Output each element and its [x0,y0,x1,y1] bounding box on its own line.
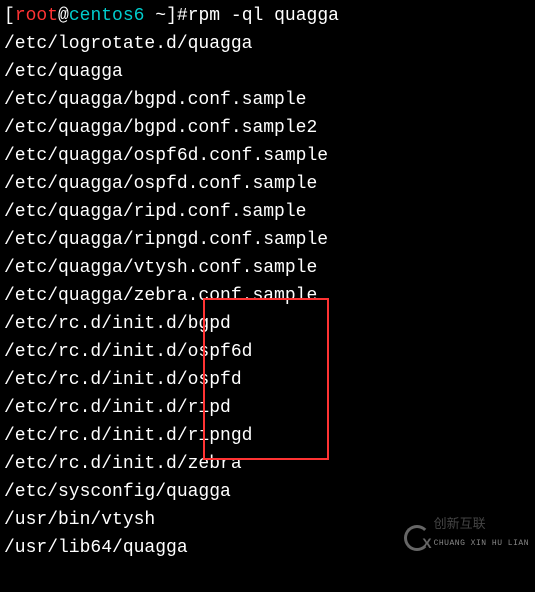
output-line: /etc/quagga/ospf6d.conf.sample [4,146,328,166]
prompt-at: @ [58,6,69,26]
output-line: /etc/quagga/bgpd.conf.sample2 [4,118,317,138]
output-line: /etc/quagga/zebra.conf.sample [4,286,317,306]
output-line: /etc/quagga/ripngd.conf.sample [4,230,328,250]
output-line: /etc/quagga/ospfd.conf.sample [4,174,317,194]
prompt-close: ] [166,6,177,26]
prompt-open: [ [4,6,15,26]
output-line: /usr/bin/vtysh [4,510,155,530]
output-line: /etc/rc.d/init.d/zebra [4,454,242,474]
output-line: /usr/lib64/quagga [4,538,188,558]
prompt-path: ~ [144,6,166,26]
output-line: /etc/quagga/ripd.conf.sample [4,202,306,222]
output-line: /etc/quagga [4,62,123,82]
output-line: /etc/logrotate.d/quagga [4,34,252,54]
output-line: /etc/rc.d/init.d/ospfd [4,370,242,390]
output-line: /etc/rc.d/init.d/ospf6d [4,342,252,362]
output-line: /etc/rc.d/init.d/bgpd [4,314,231,334]
output-line: /etc/quagga/bgpd.conf.sample [4,90,306,110]
terminal-output[interactable]: [root@centos6 ~]#rpm -ql quagga /etc/log… [0,0,535,592]
command-text: rpm -ql quagga [188,6,339,26]
output-line: /etc/rc.d/init.d/ripd [4,398,231,418]
prompt-hash: # [177,6,188,26]
prompt-user: root [15,6,58,26]
output-line: /etc/sysconfig/quagga [4,482,231,502]
output-line: /etc/quagga/vtysh.conf.sample [4,258,317,278]
prompt: [root@centos6 ~]# [4,6,188,26]
output-line: /etc/rc.d/init.d/ripngd [4,426,252,446]
prompt-host: centos6 [69,6,145,26]
